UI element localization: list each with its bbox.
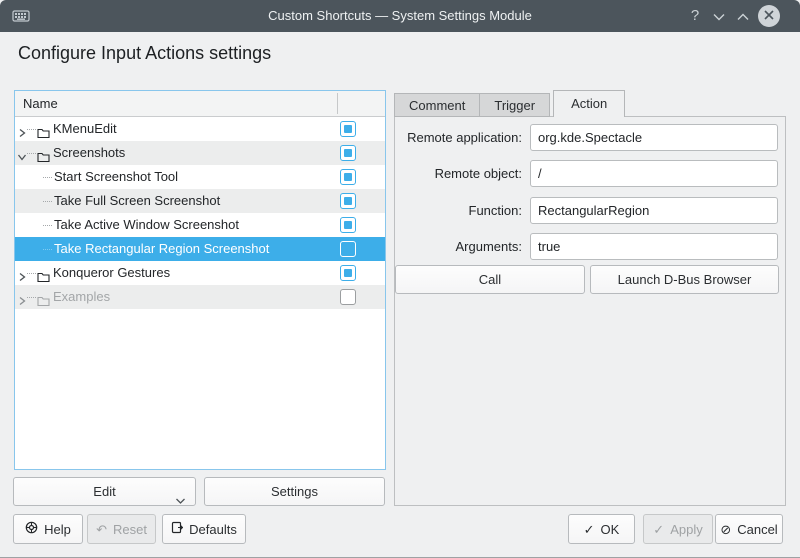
folder-icon [37,123,50,141]
apply-button[interactable]: ✓ Apply [643,514,713,544]
help-lifebuoy-icon [25,516,38,543]
remote-application-input[interactable] [530,124,778,151]
tree-row-start-screenshot-tool[interactable]: Start Screenshot Tool [15,165,385,189]
help-button[interactable]: Help [13,514,83,544]
window-title: Custom Shortcuts — System Settings Modul… [0,0,800,32]
help-button-label: Help [44,522,71,537]
checkbox-mark [344,269,352,277]
tree-row-take-full-screen[interactable]: Take Full Screen Screenshot [15,189,385,213]
item-checkbox[interactable] [340,193,356,209]
tree-row-take-active-window[interactable]: Take Active Window Screenshot [15,213,385,237]
tree-row-take-rectangular-region[interactable]: Take Rectangular Region Screenshot [15,237,385,261]
remote-object-label: Remote object: [398,160,522,187]
minimize-button[interactable] [706,0,732,32]
tree-row-konqueror-gestures[interactable]: Konqueror Gestures [15,261,385,285]
tab-trigger[interactable]: Trigger [479,93,550,117]
expander-collapsed-icon[interactable] [16,123,28,135]
tree-row-examples[interactable]: Examples [15,285,385,309]
cancel-icon: ⊘ [720,516,731,543]
item-checkbox[interactable] [340,265,356,281]
tree-item-label: Start Screenshot Tool [54,165,178,189]
maximize-button[interactable] [730,0,756,32]
tree-row-kmenuedit[interactable]: KMenuEdit [15,117,385,141]
item-checkbox[interactable] [340,169,356,185]
apply-button-label: Apply [670,522,703,537]
arguments-label: Arguments: [398,233,522,260]
column-separator[interactable] [337,93,338,114]
check-icon: ✓ [584,516,595,543]
titlebar-help-button[interactable]: ? [682,0,708,32]
name-column-header[interactable]: Name [15,96,58,111]
reset-button[interactable]: ↶ Reset [87,514,156,544]
expander-collapsed-icon[interactable] [16,267,28,279]
custom-shortcuts-window: Custom Shortcuts — System Settings Modul… [0,0,800,558]
tree-item-label: Take Rectangular Region Screenshot [54,237,269,261]
folder-icon [37,147,50,165]
remote-object-input[interactable] [530,160,778,187]
arguments-input[interactable] [530,233,778,260]
tree-item-label: Screenshots [53,141,125,165]
tree-item-label: Konqueror Gestures [53,261,170,285]
detail-tabbar: Comment Trigger Action [394,90,624,117]
item-checkbox[interactable] [340,217,356,233]
cancel-button[interactable]: ⊘ Cancel [715,514,783,544]
function-label: Function: [398,197,522,224]
edit-button-label: Edit [93,484,115,499]
checkbox-mark [344,173,352,181]
tree-item-label: Examples [53,285,110,309]
defaults-button-label: Defaults [189,522,237,537]
folder-icon [37,267,50,285]
ok-button-label: OK [601,522,620,537]
checkbox-mark [344,221,352,229]
checkbox-mark [344,149,352,157]
actions-tree: Name KMenuEdit Screenshots Start Screens… [14,90,386,470]
tree-item-label: Take Active Window Screenshot [54,213,239,237]
close-button[interactable] [758,5,780,27]
call-button[interactable]: Call [395,265,585,294]
settings-button[interactable]: Settings [204,477,385,506]
page-title: Configure Input Actions settings [18,43,271,64]
undo-icon: ↶ [96,516,107,543]
document-revert-icon [171,516,183,543]
checkbox-mark [344,197,352,205]
expander-expanded-icon[interactable] [16,147,28,159]
defaults-button[interactable]: Defaults [162,514,246,544]
folder-icon [37,291,50,309]
titlebar: Custom Shortcuts — System Settings Modul… [0,0,800,32]
tree-item-label: Take Full Screen Screenshot [54,189,220,213]
checkbox-mark [344,125,352,133]
tab-action[interactable]: Action [553,90,625,117]
item-checkbox[interactable] [340,145,356,161]
item-checkbox[interactable] [340,241,356,257]
remote-application-label: Remote application: [398,124,522,151]
tree-row-screenshots[interactable]: Screenshots [15,141,385,165]
item-checkbox[interactable] [340,289,356,305]
expander-collapsed-icon[interactable] [16,291,28,303]
tree-header[interactable]: Name [15,91,385,117]
chevron-down-icon [175,487,186,514]
item-checkbox[interactable] [340,121,356,137]
check-icon: ✓ [653,516,664,543]
reset-button-label: Reset [113,522,147,537]
ok-button[interactable]: ✓ OK [568,514,635,544]
function-input[interactable] [530,197,778,224]
tab-comment[interactable]: Comment [394,93,480,117]
launch-dbus-browser-button[interactable]: Launch D-Bus Browser [590,265,779,294]
cancel-button-label: Cancel [737,522,777,537]
edit-menu-button[interactable]: Edit [13,477,196,506]
tree-item-label: KMenuEdit [53,117,117,141]
tree-body: KMenuEdit Screenshots Start Screenshot T… [15,117,385,309]
